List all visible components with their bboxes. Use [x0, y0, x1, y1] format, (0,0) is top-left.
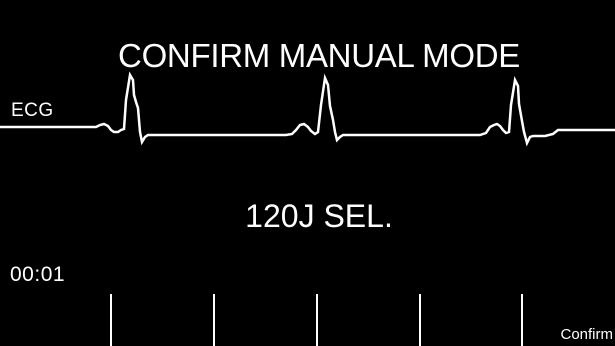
- softkey-5[interactable]: [421, 294, 522, 346]
- softkey-divider: [521, 294, 523, 346]
- confirm-softkey[interactable]: Confirm: [523, 294, 615, 346]
- softkey-3[interactable]: [215, 294, 317, 346]
- softkey-divider: [213, 294, 215, 346]
- softkey-2[interactable]: [112, 294, 214, 346]
- softkey-1[interactable]: [0, 294, 111, 346]
- softkey-divider: [316, 294, 318, 346]
- energy-selection: 120J SEL.: [245, 198, 393, 234]
- confirm-softkey-label: Confirm: [560, 326, 613, 343]
- softkey-divider: [110, 294, 112, 346]
- defibrillator-screen: CONFIRM MANUAL MODE ECG 120J SEL. 00:01 …: [0, 0, 615, 346]
- softkey-4[interactable]: [318, 294, 420, 346]
- softkey-divider: [419, 294, 421, 346]
- elapsed-timer: 00:01: [10, 263, 66, 286]
